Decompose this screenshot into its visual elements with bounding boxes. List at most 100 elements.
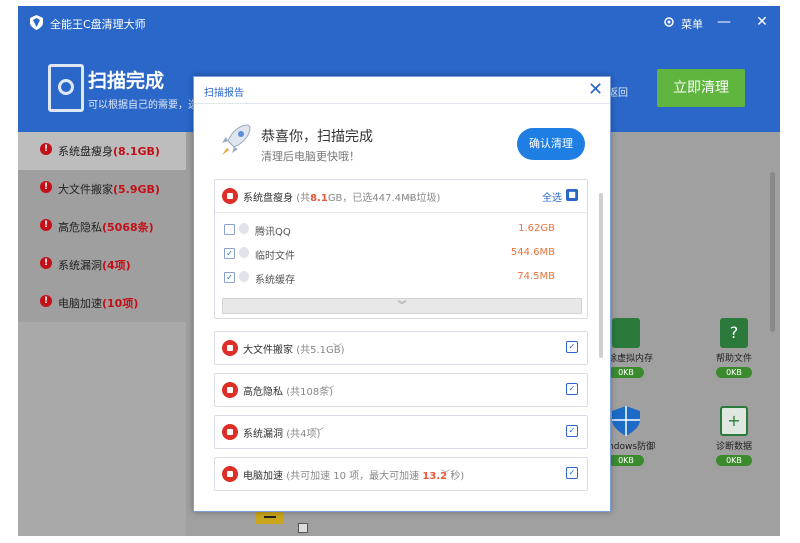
back-link[interactable]: 返回	[608, 84, 628, 99]
chevron-down-icon[interactable]: ﹀	[315, 425, 324, 438]
tool-label: 帮助文件	[715, 354, 752, 364]
section-speedup[interactable]: 电脑加速 (共可加速 10 项，最大可加速 13.2 秒) ﹀ ✓	[214, 457, 588, 491]
alert-icon: !	[40, 181, 52, 193]
list-item: ✓ 临时文件 544.6MB	[223, 244, 579, 264]
checkbox[interactable]	[298, 523, 308, 533]
alert-icon: !	[40, 143, 52, 155]
section-system-slim: 系统盘瘦身 (共8.1GB，已选447.4MB垃圾) ︿ 全选 ■ 腾讯QQ 1…	[214, 179, 588, 319]
diagnostic-icon: +	[720, 406, 748, 436]
item-name: 临时文件	[255, 251, 295, 262]
tool-tile-diagnostics[interactable]: + 诊断数据 0KB	[704, 406, 764, 466]
folder-move-icon	[222, 340, 238, 356]
section-privacy[interactable]: 高危隐私 (共108条) ﹀ ✓	[214, 373, 588, 407]
section-header[interactable]: 系统盘瘦身 (共8.1GB，已选447.4MB垃圾) ︿ 全选 ■	[215, 180, 587, 212]
scan-report-dialog: 扫描报告 ✕ 恭喜你，扫描完成 清理后电脑更快哦！ 确认清理 系统盘瘦身 (共8…	[193, 76, 611, 512]
section-title: 大文件搬家	[243, 345, 293, 356]
dialog-heading: 恭喜你，扫描完成	[261, 129, 373, 145]
sidebar-item-vulnerabilities[interactable]: ! 系统漏洞(4项)	[18, 246, 186, 284]
dialog-close-button[interactable]: ✕	[588, 80, 603, 100]
sidebar-item-label: 大文件搬家	[58, 183, 113, 196]
item-name: 系统缓存	[255, 275, 295, 286]
sidebar-item-value: (8.1GB)	[113, 145, 160, 158]
section-checkbox[interactable]: ■	[566, 189, 578, 201]
section-big-files[interactable]: 大文件搬家 (共5.1GB) ﹀ ✓	[214, 331, 588, 365]
clean-now-button[interactable]: 立即清理	[657, 69, 745, 107]
app-logo-icon	[30, 15, 43, 30]
section-checkbox[interactable]: ✓	[566, 383, 578, 395]
system-disk-icon	[222, 188, 238, 204]
tool-label: 诊断数据	[715, 442, 752, 452]
folder-icon	[256, 510, 284, 524]
section-detail-prefix: (共可加速 10 项，最大可加速	[286, 471, 420, 482]
tool-size-badge: 0KB	[608, 455, 644, 466]
select-all-link[interactable]: 全选	[542, 189, 562, 204]
bug-icon	[222, 424, 238, 440]
item-checkbox[interactable]: ✓	[224, 272, 235, 283]
item-checkbox[interactable]	[224, 224, 235, 235]
rocket-icon	[222, 124, 251, 155]
dialog-title-bar: 扫描报告 ✕	[194, 77, 610, 104]
alert-icon: !	[40, 295, 52, 307]
expand-more-button[interactable]: ︾	[222, 298, 582, 314]
sidebar-item-label: 高危隐私	[58, 221, 102, 234]
list-item: 腾讯QQ 1.62GB	[223, 220, 579, 240]
lock-icon	[239, 223, 249, 234]
section-detail-suffix: 秒)	[450, 471, 465, 482]
section-checkbox[interactable]: ✓	[566, 341, 578, 353]
item-size: 1.62GB	[518, 223, 555, 234]
sidebar-item-label: 系统漏洞	[58, 259, 102, 272]
sidebar-item-privacy[interactable]: ! 高危隐私(5068条)	[18, 208, 186, 246]
shield-icon	[612, 406, 640, 436]
memory-icon	[612, 318, 640, 348]
tool-size-badge: 0KB	[608, 367, 644, 378]
section-checkbox[interactable]: ✓	[566, 425, 578, 437]
speedometer-icon	[222, 466, 238, 482]
section-vulnerabilities[interactable]: 系统漏洞 (共4项) ﹀ ✓	[214, 415, 588, 449]
app-title: 全能王C盘清理大师	[50, 18, 146, 31]
dialog-scrollbar[interactable]	[599, 193, 603, 358]
sidebar-item-value: (5.9GB)	[113, 183, 160, 196]
minimize-button[interactable]: —	[716, 14, 732, 30]
sidebar-item-big-files[interactable]: ! 大文件搬家(5.9GB)	[18, 170, 186, 208]
chevron-down-icon[interactable]: ﹀	[441, 467, 450, 480]
item-checkbox[interactable]: ✓	[224, 248, 235, 259]
sidebar-item-value: (4项)	[102, 259, 131, 272]
close-window-button[interactable]: ✕	[754, 14, 770, 30]
item-size: 544.6MB	[510, 247, 555, 258]
menu-button[interactable]: 菜单	[681, 16, 703, 32]
sidebar-item-speedup[interactable]: ! 电脑加速(10项)	[18, 284, 186, 322]
list-item: ✓ 系统缓存 74.5MB	[223, 268, 579, 288]
dialog-subheading: 清理后电脑更快哦！	[261, 150, 360, 163]
main-scrollbar[interactable]	[770, 172, 775, 332]
section-title: 高危隐私	[243, 387, 283, 398]
section-checkbox[interactable]: ✓	[566, 467, 578, 479]
chevron-down-icon[interactable]: ﹀	[325, 383, 334, 396]
item-size: 74.5MB	[517, 271, 555, 282]
section-title: 电脑加速	[243, 471, 283, 482]
chevron-up-icon[interactable]: ︿	[405, 189, 414, 202]
title-bar: 全能王C盘清理大师 菜单 — ✕	[18, 6, 780, 40]
settings-gear-icon[interactable]	[663, 16, 675, 28]
lock-icon	[239, 247, 249, 258]
tool-tile-help-files[interactable]: ? 帮助文件 0KB	[704, 318, 764, 378]
alert-icon: !	[40, 219, 52, 231]
scan-status-title: 扫描完成	[88, 70, 165, 92]
chevron-down-icon[interactable]: ﹀	[333, 341, 342, 354]
sidebar-item-system-slim[interactable]: ! 系统盘瘦身(8.1GB)	[18, 132, 186, 170]
tool-size-badge: 0KB	[716, 367, 752, 378]
sidebar-item-label: 电脑加速	[58, 297, 102, 310]
dialog-title: 扫描报告	[204, 88, 244, 99]
divider	[215, 212, 587, 213]
sidebar-item-label: 系统盘瘦身	[58, 145, 113, 158]
help-file-icon: ?	[720, 318, 748, 348]
tool-size-badge: 0KB	[716, 455, 752, 466]
scan-status-subtitle: 可以根据自己的需要，选择	[88, 100, 198, 111]
sidebar-item-value: (10项)	[102, 297, 139, 310]
item-name: 腾讯QQ	[255, 227, 291, 238]
confirm-clean-button[interactable]: 确认清理	[517, 128, 585, 160]
privacy-icon	[222, 382, 238, 398]
section-detail-suffix: GB，已选447.4MB垃圾)	[327, 193, 441, 204]
section-detail-highlight: 8.1	[310, 193, 328, 204]
category-sidebar: ! 系统盘瘦身(8.1GB) ! 大文件搬家(5.9GB) ! 高危隐私(506…	[18, 132, 186, 322]
section-title: 系统盘瘦身	[243, 193, 293, 204]
